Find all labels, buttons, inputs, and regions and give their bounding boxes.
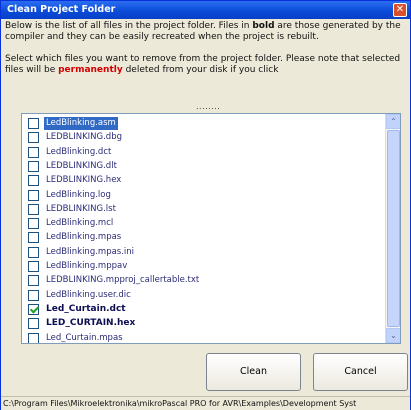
chevron-down-icon: ⌄	[390, 331, 397, 340]
description-paragraph-1: Below is the list of all files in the pr…	[5, 21, 408, 43]
scroll-thumb[interactable]	[387, 130, 400, 327]
status-path: C:\Program Files\Mikroelektronika\mikroP…	[3, 399, 357, 408]
file-checkbox[interactable]	[28, 189, 39, 201]
file-checkbox[interactable]	[28, 318, 39, 330]
file-checkbox[interactable]	[28, 232, 39, 244]
description-text-part: Below is the list of all files in the pr…	[5, 21, 253, 31]
scroll-up-button[interactable]: ⌃	[386, 114, 400, 129]
file-list-item[interactable]: LedBlinking.asm	[28, 117, 368, 130]
description-paragraph-2: Select which files you want to remove fr…	[5, 54, 408, 76]
file-checkbox[interactable]	[28, 332, 39, 343]
file-name-label: LedBlinking.mpas	[46, 232, 122, 243]
vertical-scrollbar[interactable]: ⌃ ⌄	[385, 114, 400, 343]
file-list-item[interactable]: LEDBLINKING.hex	[28, 174, 368, 187]
file-list-item[interactable]: LEDBLINKING.dlt	[28, 160, 368, 173]
file-checkbox[interactable]	[28, 118, 39, 129]
file-checkbox[interactable]	[28, 275, 39, 287]
file-name-label: LEDBLINKING.dlt	[46, 160, 117, 171]
file-list-item[interactable]: LEDBLINKING.lst	[28, 203, 368, 216]
description-text-part: deleted from your disk if you click	[122, 65, 279, 75]
file-checkbox[interactable]	[28, 203, 39, 215]
file-name-label: Led_Curtain.mpas	[46, 332, 123, 343]
file-checkbox[interactable]	[28, 160, 39, 172]
file-name-label: LEDBLINKING.dbg	[46, 132, 122, 143]
description-text: Below is the list of all files in the pr…	[5, 21, 408, 87]
close-button[interactable]: ✕	[393, 3, 407, 17]
file-list-item[interactable]: LedBlinking.mpas.ini	[28, 246, 368, 259]
file-list[interactable]: LedBlinking.asm LEDBLINKING.dbg LedBlinkin…	[21, 113, 401, 344]
file-name-label: LEDBLINKING.mpproj_callertable.txt	[46, 275, 200, 286]
close-icon: ✕	[395, 4, 405, 15]
file-list-item[interactable]: LEDBLINKING.mpproj_callertable.txt	[28, 274, 368, 287]
scroll-down-button[interactable]: ⌄	[386, 328, 400, 343]
status-bar: C:\Program Files\Mikroelektronika\mikroP…	[1, 396, 410, 410]
file-list-item[interactable]: LedBlinking.dct	[28, 146, 368, 159]
file-list-item[interactable]: LED_CURTAIN.hex	[28, 317, 368, 330]
file-list-item[interactable]: LedBlinking.mpas	[28, 231, 368, 244]
file-checkbox[interactable]	[28, 246, 39, 258]
file-checkbox[interactable]	[28, 175, 39, 187]
file-name-label: LedBlinking.mpas.ini	[46, 246, 135, 257]
bold-keyword: bold	[252, 21, 275, 31]
file-name-label: Led_Curtain.dct	[46, 303, 126, 314]
file-list-item[interactable]: LEDBLINKING.dbg	[28, 131, 368, 144]
title-bar: Clean Project Folder ✕	[1, 1, 410, 19]
file-checkbox[interactable]	[28, 218, 39, 230]
cancel-button[interactable]: Cancel	[313, 353, 408, 391]
file-checkbox[interactable]	[28, 132, 39, 144]
file-list-item[interactable]: LedBlinking.log	[28, 189, 368, 202]
file-name-label: LedBlinking.mcl	[46, 218, 114, 229]
file-name-label: LEDBLINKING.lst	[46, 203, 116, 214]
clean-button[interactable]: Clean	[206, 353, 301, 391]
file-name-label: LedBlinking.mppav	[46, 261, 128, 271]
file-list-item[interactable]: LedBlinking.mcl	[28, 217, 368, 230]
clean-project-folder-dialog: Clean Project Folder ✕ Below is the list…	[0, 0, 411, 410]
file-name-label: LedBlinking.dct	[46, 146, 112, 157]
file-list-item[interactable]: Led_Curtain.mpas	[28, 332, 368, 343]
dialog-title: Clean Project Folder	[7, 4, 116, 15]
file-list-item[interactable]: Led_Curtain.dct	[28, 303, 368, 316]
permanently-warning: permanently	[58, 65, 123, 75]
file-checkbox[interactable]	[28, 289, 39, 301]
file-name-label: LedBlinking.log	[46, 189, 111, 200]
file-name-label: LedBlinking.asm	[44, 117, 118, 130]
file-name-label: LED_CURTAIN.hex	[46, 318, 136, 329]
file-checkbox[interactable]	[28, 261, 39, 272]
chevron-up-icon: ⌃	[390, 117, 397, 126]
file-list-item[interactable]: LedBlinking.mppav	[28, 260, 368, 273]
truncation-dots: ........	[196, 102, 221, 111]
file-name-label: LEDBLINKING.hex	[46, 175, 122, 186]
file-checkbox[interactable]	[28, 146, 39, 158]
file-name-label: LedBlinking.user.dic	[46, 289, 131, 300]
file-list-item[interactable]: LedBlinking.user.dic	[28, 289, 368, 302]
file-checkbox[interactable]	[28, 303, 39, 315]
